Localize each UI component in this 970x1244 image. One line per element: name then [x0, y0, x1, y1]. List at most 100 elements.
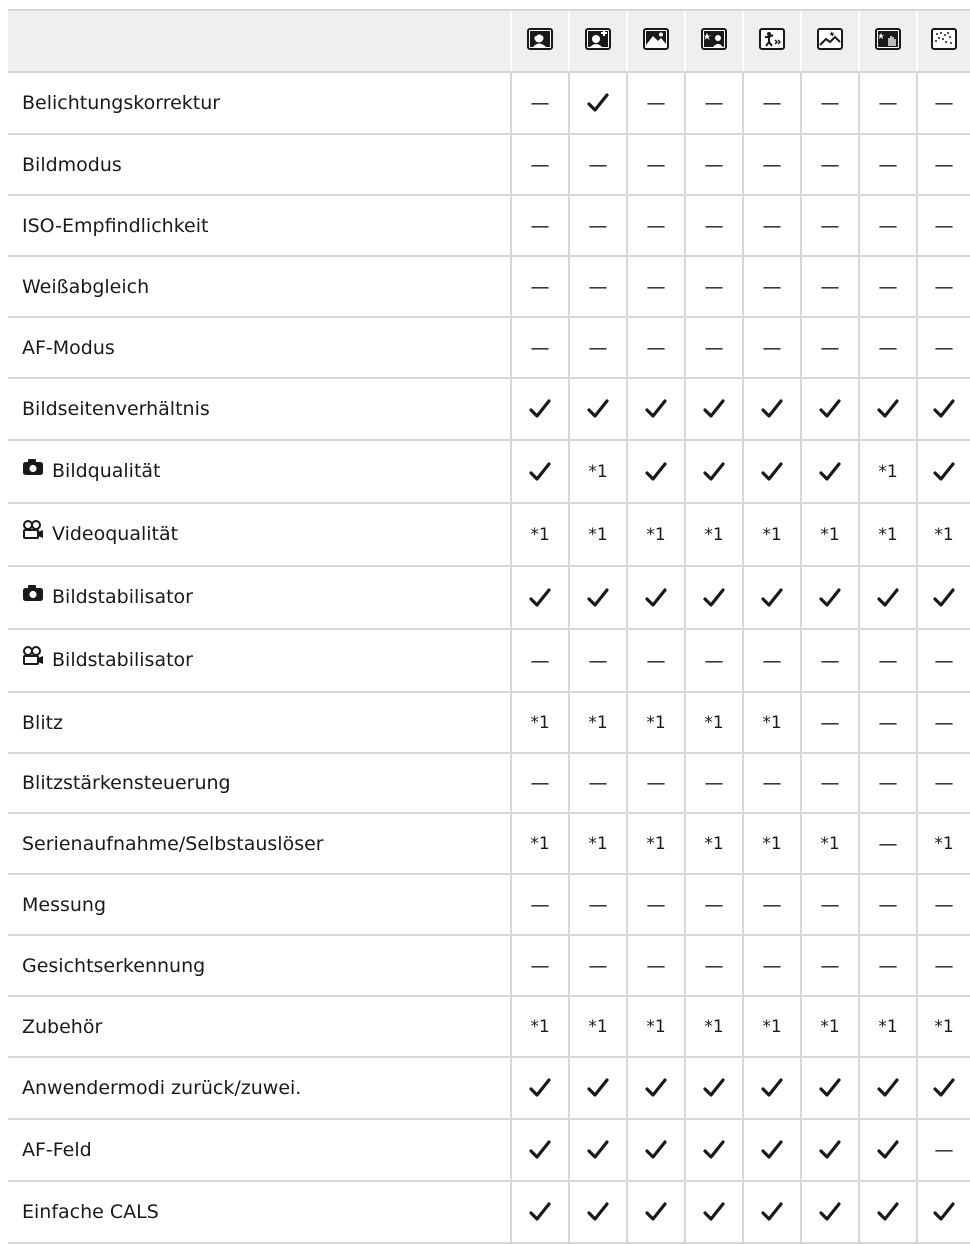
checkmark-icon	[916, 566, 970, 630]
checkmark-icon	[742, 1057, 801, 1120]
not-available-cell: —	[684, 874, 743, 936]
footnote-cell: *1	[684, 692, 743, 754]
checkmark-icon	[858, 566, 917, 630]
checkmark-icon	[742, 1181, 801, 1244]
footnote-cell: *1	[916, 813, 970, 875]
not-available-cell: —	[800, 753, 859, 814]
footnote-cell: *1	[510, 692, 569, 754]
row-label-cell: Bildqualität	[8, 440, 511, 504]
not-available-cell: —	[684, 935, 743, 997]
not-available-cell: —	[916, 317, 970, 379]
header-cell	[510, 9, 569, 73]
not-available-cell: —	[568, 874, 627, 936]
not-available-cell: —	[568, 256, 627, 318]
header-cell	[684, 9, 743, 73]
row-label: Messung	[22, 893, 107, 916]
not-available-cell: —	[916, 692, 970, 754]
checkmark-icon	[684, 566, 743, 630]
checkmark-icon	[916, 378, 970, 441]
footnote-cell: *1	[568, 692, 627, 754]
footnote-cell: *1	[568, 813, 627, 875]
movie-camera-icon	[22, 646, 44, 671]
row-label-cell: Bildstabilisator	[8, 629, 511, 693]
row-label: Zubehör	[22, 1015, 103, 1038]
not-available-cell: —	[510, 317, 569, 379]
row-label-cell: Serienaufnahme/Selbstauslöser	[8, 813, 511, 875]
not-available-cell: —	[800, 72, 859, 135]
not-available-cell: —	[800, 874, 859, 936]
footnote-cell: *1	[510, 503, 569, 567]
table-row: Bildstabilisator — — — — — — — —	[8, 629, 970, 693]
not-available-cell: —	[684, 256, 743, 318]
e-portrait-scene-icon	[585, 28, 611, 54]
checkmark-icon	[858, 1057, 917, 1120]
not-available-cell: —	[858, 813, 917, 875]
checkmark-icon	[916, 1057, 970, 1120]
table-row: ISO-Empfindlichkeit — — — — — — — —	[8, 195, 970, 257]
checkmark-icon	[510, 378, 569, 441]
not-available-cell: —	[916, 1119, 970, 1182]
table-row: Serienaufnahme/Selbstauslöser *1 *1 *1 *1 *1 *…	[8, 813, 970, 875]
not-available-cell: —	[568, 134, 627, 196]
footnote-cell: *1	[742, 503, 801, 567]
table-row: Bildstabilisator	[8, 566, 970, 630]
not-available-cell: —	[858, 317, 917, 379]
not-available-cell: —	[800, 935, 859, 997]
checkmark-icon	[858, 378, 917, 441]
footnote-cell: *1	[800, 996, 859, 1058]
checkmark-icon	[858, 1119, 917, 1182]
not-available-cell: —	[800, 195, 859, 257]
not-available-cell: —	[800, 692, 859, 754]
row-label: Weißabgleich	[22, 275, 150, 298]
row-label: Bildstabilisator	[52, 649, 193, 671]
not-available-cell: —	[510, 134, 569, 196]
table-row: AF-Feld —	[8, 1119, 970, 1182]
row-label: Anwendermodi zurück/zuwei.	[22, 1077, 302, 1099]
not-available-cell: —	[742, 195, 801, 257]
footnote-cell: *1	[800, 813, 859, 875]
not-available-cell: —	[858, 874, 917, 936]
not-available-cell: —	[684, 629, 743, 693]
not-available-cell: —	[626, 935, 685, 997]
not-available-cell: —	[916, 629, 970, 693]
not-available-cell: —	[742, 629, 801, 693]
checkmark-icon	[568, 566, 627, 630]
not-available-cell: —	[626, 629, 685, 693]
not-available-cell: —	[916, 256, 970, 318]
checkmark-icon	[684, 1181, 743, 1244]
checkmark-icon	[800, 566, 859, 630]
table-row: Einfache CALS	[8, 1181, 970, 1244]
not-available-cell: —	[858, 692, 917, 754]
not-available-cell: —	[916, 72, 970, 135]
footnote-cell: *1	[510, 813, 569, 875]
checkmark-icon	[626, 566, 685, 630]
checkmark-icon	[510, 1119, 569, 1182]
header-cell	[800, 9, 859, 73]
checkmark-icon	[742, 1119, 801, 1182]
table-row: Videoqualität *1 *1 *1 *1 *1 *1 *1 *1	[8, 503, 970, 567]
table-row: Gesichtserkennung — — — — — — — —	[8, 935, 970, 997]
row-label-cell: Gesichtserkennung	[8, 935, 511, 997]
checkmark-icon	[800, 1181, 859, 1244]
not-available-cell: —	[916, 874, 970, 936]
not-available-cell: —	[684, 753, 743, 814]
table-row: Zubehör *1 *1 *1 *1 *1 *1 *1 *1	[8, 996, 970, 1058]
not-available-cell: —	[800, 629, 859, 693]
portrait-scene-icon	[527, 28, 553, 54]
row-label: Bildstabilisator	[52, 586, 193, 608]
not-available-cell: —	[568, 753, 627, 814]
not-available-cell: —	[568, 317, 627, 379]
row-label-cell: Videoqualität	[8, 503, 511, 567]
checkmark-icon	[858, 1181, 917, 1244]
not-available-cell: —	[684, 317, 743, 379]
header-cell	[916, 9, 970, 73]
table-row: Bildmodus — — — — — — — —	[8, 134, 970, 196]
table-row: Anwendermodi zurück/zuwei.	[8, 1057, 970, 1120]
not-available-cell: —	[742, 72, 801, 135]
not-available-cell: —	[510, 753, 569, 814]
row-label-cell: AF-Modus	[8, 317, 511, 379]
checkmark-icon	[568, 1119, 627, 1182]
not-available-cell: —	[626, 317, 685, 379]
not-available-cell: —	[510, 629, 569, 693]
checkmark-icon	[626, 1181, 685, 1244]
